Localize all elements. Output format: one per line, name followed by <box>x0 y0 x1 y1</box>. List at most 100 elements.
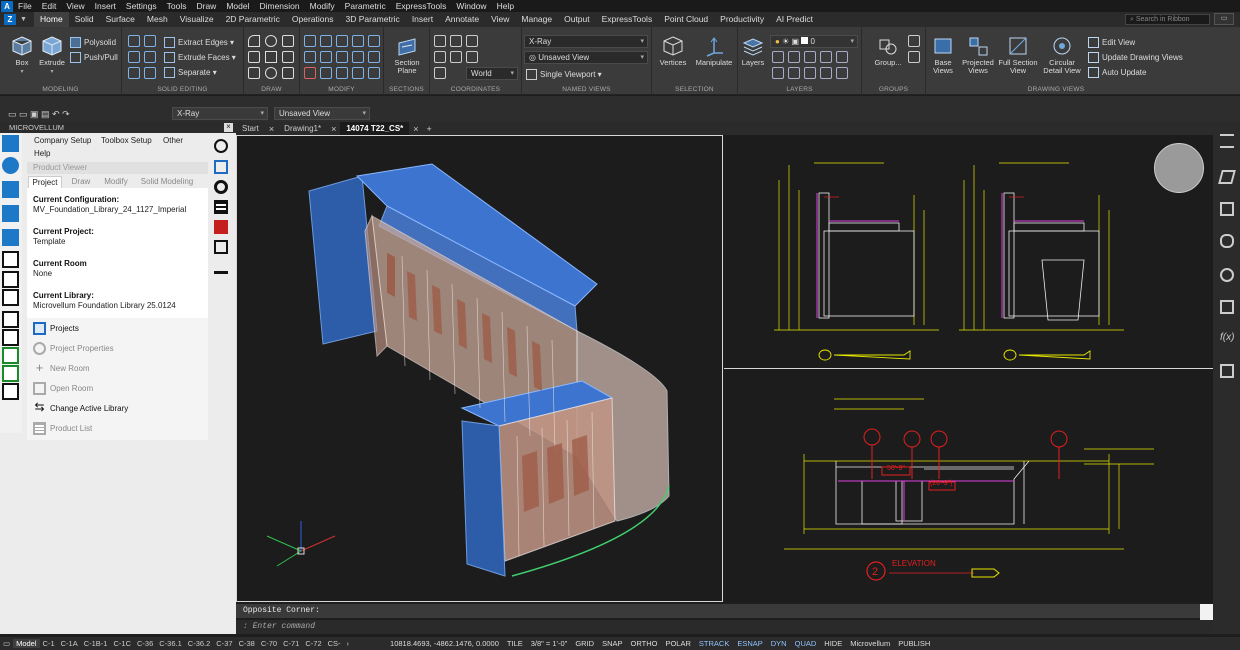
layer-thaw-icon[interactable] <box>804 67 816 79</box>
layout-tab[interactable]: CS- <box>325 639 344 648</box>
paperclip-icon[interactable] <box>1220 234 1234 248</box>
toggle-esnap[interactable]: ESNAP <box>733 639 766 648</box>
ucs-y-icon[interactable] <box>450 51 462 63</box>
doc-tab-14074[interactable]: 14074 T22_CS* <box>340 122 410 135</box>
menu-edit[interactable]: Edit <box>37 1 62 11</box>
properties-slider-icon[interactable] <box>1220 134 1234 148</box>
print-icon[interactable]: ▤ <box>41 109 52 120</box>
join-icon[interactable] <box>352 67 364 79</box>
ribbon-search-input[interactable]: ⌕ Search in Ribbon <box>1125 14 1210 25</box>
toggle-snap[interactable]: SNAP <box>598 639 626 648</box>
ucs-world-icon[interactable] <box>450 35 462 47</box>
ucs-x-icon[interactable] <box>434 51 446 63</box>
document-icon[interactable] <box>214 160 228 174</box>
change-active-library-action[interactable]: ⇆ Change Active Library <box>33 401 128 415</box>
tab-3d-parametric[interactable]: 3D Parametric <box>339 12 405 27</box>
arc-icon[interactable] <box>248 35 260 47</box>
fillet-icon[interactable] <box>336 51 348 63</box>
doc-tab-start[interactable]: Start <box>236 122 265 135</box>
viewcube-compass-icon[interactable] <box>1154 143 1204 193</box>
tab-manage[interactable]: Manage <box>515 12 558 27</box>
layer-lock-icon[interactable] <box>820 51 832 63</box>
menu-modify[interactable]: Modify <box>305 1 340 11</box>
slice-icon[interactable] <box>128 67 140 79</box>
layout-tab-model[interactable]: Model <box>13 639 40 648</box>
viewport-config-button[interactable]: Single Viewport ▾ <box>526 69 602 80</box>
thicken-icon[interactable] <box>144 67 156 79</box>
close-icon[interactable]: × <box>327 124 340 134</box>
tab-modify[interactable]: Modify <box>98 176 134 188</box>
extract-edges-button[interactable]: Extract Edges ▾ <box>164 37 234 48</box>
ribbon-minimize-button[interactable]: ▭ <box>1214 13 1234 25</box>
group-button[interactable]: Group... <box>870 35 906 67</box>
layout-tab[interactable]: C-1A <box>58 639 81 648</box>
rotate-icon[interactable] <box>320 35 332 47</box>
menu-file[interactable]: File <box>13 1 37 11</box>
move-icon[interactable] <box>304 35 316 47</box>
lightbulb-icon[interactable] <box>1220 268 1234 282</box>
coordinates-readout[interactable]: 10818.4693, -4862.1476, 0.0000 <box>386 639 503 648</box>
layout-tab[interactable]: C-38 <box>236 639 258 648</box>
panel-title-modeling[interactable]: MODELING <box>0 86 121 93</box>
extrude-button[interactable]: Extrude ▾ <box>36 35 68 76</box>
projects-action[interactable]: Projects <box>33 322 79 335</box>
tab-annotate[interactable]: Annotate <box>439 12 485 27</box>
layer-iso-icon[interactable] <box>772 51 784 63</box>
printer-icon[interactable] <box>2 383 19 400</box>
pencil-tool-icon[interactable] <box>2 135 19 152</box>
layers-button[interactable]: Layers <box>740 35 766 67</box>
projected-views-button[interactable]: Projected Views <box>960 35 996 75</box>
edit-document-icon[interactable] <box>2 365 19 382</box>
layout-icon[interactable] <box>2 271 19 288</box>
layout-tab[interactable]: C-72 <box>302 639 324 648</box>
folder-open-icon[interactable] <box>2 311 19 328</box>
subtract-icon[interactable] <box>144 35 156 47</box>
tab-visualize[interactable]: Visualize <box>174 12 220 27</box>
layout-tab[interactable]: C-36.2 <box>185 639 214 648</box>
target-tool-icon[interactable] <box>2 157 19 174</box>
toggle-polar[interactable]: POLAR <box>661 639 694 648</box>
tab-productivity[interactable]: Productivity <box>714 12 770 27</box>
update-drawing-views-button[interactable]: Update Drawing Views <box>1088 52 1183 63</box>
layout-tab[interactable]: C-1B-1 <box>81 639 111 648</box>
panel-title-modify[interactable]: MODIFY <box>300 86 383 93</box>
stretch-icon[interactable] <box>352 51 364 63</box>
product-list-action[interactable]: Product List <box>33 422 92 435</box>
panel-title-draw[interactable]: DRAW <box>244 86 299 93</box>
layer-dropdown[interactable]: ● ☀ ▣ 0 ▾ <box>770 35 858 48</box>
open-room-action[interactable]: Open Room <box>33 382 93 395</box>
polysolid-button[interactable]: Polysolid <box>70 37 116 48</box>
new-tab-plus-icon[interactable]: + <box>423 124 436 134</box>
pdf-icon[interactable] <box>214 220 228 234</box>
close-icon[interactable]: × <box>265 124 278 134</box>
menu-other[interactable]: Other <box>163 136 183 145</box>
erase-icon[interactable] <box>304 67 316 79</box>
offset-icon[interactable] <box>368 51 380 63</box>
toggle-ortho[interactable]: ORTHO <box>627 639 662 648</box>
tab-2d-parametric[interactable]: 2D Parametric <box>220 12 286 27</box>
command-input[interactable]: : Enter command <box>236 620 1213 634</box>
toggle-dyn[interactable]: DYN <box>767 639 791 648</box>
tab-draw[interactable]: Draw <box>64 176 98 188</box>
tree-icon[interactable] <box>2 329 19 346</box>
hatch-icon[interactable] <box>282 67 294 79</box>
menu-help[interactable]: Help <box>492 1 519 11</box>
menu-view[interactable]: View <box>61 1 89 11</box>
separate-button[interactable]: Separate ▾ <box>164 67 217 78</box>
vertices-button[interactable]: Vertices <box>656 35 690 67</box>
ucs-origin-icon[interactable] <box>466 35 478 47</box>
spline-icon[interactable] <box>282 35 294 47</box>
layout-tab[interactable]: C-1C <box>110 639 134 648</box>
menu-window[interactable]: Window <box>451 1 491 11</box>
layout-tab[interactable]: C-36.1 <box>156 639 185 648</box>
panel-title-groups[interactable]: GROUPS <box>862 86 925 93</box>
add-document-icon[interactable] <box>2 347 19 364</box>
menu-settings[interactable]: Settings <box>121 1 162 11</box>
interfere-icon[interactable] <box>144 51 156 63</box>
layout-tab[interactable]: C-71 <box>280 639 302 648</box>
window-icon[interactable] <box>214 240 228 254</box>
layers-panel-icon[interactable] <box>1218 170 1236 184</box>
panel-title-solid-editing[interactable]: SOLID EDITING <box>122 86 243 93</box>
viewport-elevation[interactable]: 2 ELEVATION 50'-9" (20'-9") <box>724 369 1213 602</box>
layout-tab[interactable]: C-1 <box>40 639 58 648</box>
